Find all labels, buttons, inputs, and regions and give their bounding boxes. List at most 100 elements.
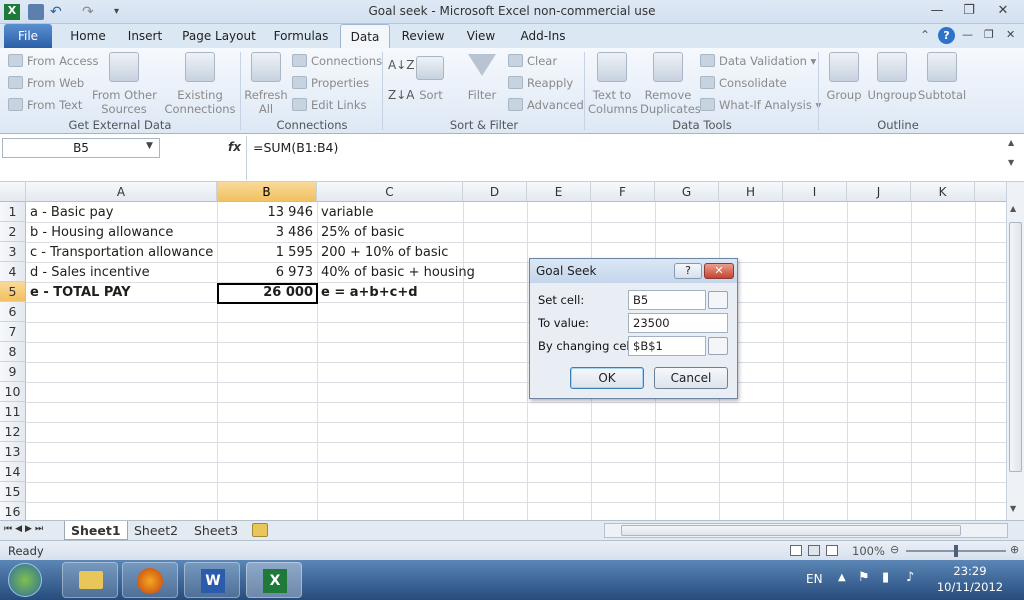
- worksheet-grid[interactable]: A B C D E F G H I J K 1 2 3 4 5 6 7 8 9 …: [0, 182, 1008, 522]
- row-header[interactable]: 16: [0, 502, 26, 522]
- text-to-columns-button[interactable]: Text to Columns: [588, 52, 638, 116]
- tab-data[interactable]: Data: [340, 24, 390, 48]
- dialog-help-button[interactable]: ?: [674, 263, 702, 279]
- row-header[interactable]: 10: [0, 382, 26, 402]
- show-hidden-icons[interactable]: ▲: [838, 572, 846, 583]
- tab-review[interactable]: Review: [396, 24, 450, 48]
- taskbar-word-icon[interactable]: W: [184, 562, 240, 598]
- taskbar-excel-icon[interactable]: X: [246, 562, 302, 598]
- cell-a2[interactable]: b - Housing allowance: [27, 223, 216, 243]
- column-header-f[interactable]: F: [591, 182, 655, 202]
- formula-bar-scroll-up[interactable]: ▲: [1008, 138, 1014, 147]
- taskbar-firefox-icon[interactable]: [122, 562, 178, 598]
- cell-b1[interactable]: 13 946: [218, 203, 316, 223]
- cell-c1[interactable]: variable: [318, 203, 463, 223]
- sort-button[interactable]: Sort: [414, 52, 448, 116]
- row-header[interactable]: 12: [0, 422, 26, 442]
- row-header[interactable]: 13: [0, 442, 26, 462]
- dialog-close-button[interactable]: ✕: [704, 263, 734, 279]
- network-icon[interactable]: ▮: [882, 570, 889, 585]
- horizontal-scrollbar[interactable]: [604, 523, 1008, 538]
- cancel-button[interactable]: Cancel: [654, 367, 728, 389]
- cell-c2[interactable]: 25% of basic: [318, 223, 463, 243]
- consolidate-button[interactable]: Consolidate: [700, 76, 787, 90]
- action-center-flag-icon[interactable]: ⚑: [858, 570, 870, 585]
- column-header-d[interactable]: D: [463, 182, 527, 202]
- taskbar-explorer-icon[interactable]: [62, 562, 118, 598]
- from-access-button[interactable]: From Access: [8, 54, 99, 68]
- workbook-close-button[interactable]: ✕: [1006, 28, 1015, 41]
- ok-button[interactable]: OK: [570, 367, 644, 389]
- scroll-thumb[interactable]: [1009, 222, 1022, 472]
- advanced-filter-button[interactable]: Advanced: [508, 98, 584, 112]
- cell-a5[interactable]: e - TOTAL PAY: [27, 283, 216, 303]
- changing-cell-collapse-icon[interactable]: [708, 337, 728, 355]
- row-header[interactable]: 1: [0, 202, 26, 222]
- row-header[interactable]: 8: [0, 342, 26, 362]
- cell-c3[interactable]: 200 + 10% of basic: [318, 243, 463, 263]
- data-validation-button[interactable]: Data Validation ▾: [700, 54, 816, 68]
- normal-view-icon[interactable]: [790, 545, 802, 556]
- select-all-corner[interactable]: [0, 182, 26, 202]
- language-indicator[interactable]: EN: [806, 572, 823, 586]
- column-header-h[interactable]: H: [719, 182, 783, 202]
- cell-b2[interactable]: 3 486: [218, 223, 316, 243]
- cell-a3[interactable]: c - Transportation allowance: [27, 243, 216, 263]
- cell-b4[interactable]: 6 973: [218, 263, 316, 283]
- to-value-input[interactable]: 23500: [628, 313, 728, 333]
- column-header-c[interactable]: C: [317, 182, 463, 202]
- scroll-up-arrow[interactable]: ▲: [1010, 204, 1016, 213]
- reapply-button[interactable]: Reapply: [508, 76, 573, 90]
- zoom-slider-handle[interactable]: [954, 545, 958, 557]
- zoom-out-icon[interactable]: ⊖: [890, 543, 899, 556]
- maximize-button[interactable]: ❐: [956, 2, 982, 20]
- formula-input[interactable]: =SUM(B1:B4): [246, 136, 1006, 180]
- column-header-b[interactable]: B: [217, 182, 317, 202]
- edit-links-button[interactable]: Edit Links: [292, 98, 366, 112]
- formula-bar-scroll-down[interactable]: ▼: [1008, 158, 1014, 167]
- insert-sheet-icon[interactable]: [252, 523, 268, 537]
- minimize-ribbon-icon[interactable]: ⌃: [920, 28, 930, 42]
- from-text-button[interactable]: From Text: [8, 98, 82, 112]
- name-box-dropdown-icon[interactable]: ▼: [146, 141, 153, 151]
- row-header[interactable]: 5: [0, 282, 26, 302]
- column-header-a[interactable]: A: [26, 182, 217, 202]
- insert-function-button[interactable]: fx: [228, 140, 241, 154]
- cell-b3[interactable]: 1 595: [218, 243, 316, 263]
- sort-descending-button[interactable]: Z↓A: [388, 88, 414, 102]
- column-header-k[interactable]: K: [911, 182, 975, 202]
- clock-date[interactable]: 10/11/2012: [934, 580, 1006, 594]
- by-changing-cell-input[interactable]: $B$1: [628, 336, 706, 356]
- row-header[interactable]: 4: [0, 262, 26, 282]
- set-cell-collapse-icon[interactable]: [708, 291, 728, 309]
- sort-ascending-button[interactable]: A↓Z: [388, 58, 414, 72]
- workbook-minimize-button[interactable]: —: [962, 28, 973, 41]
- sheet-nav-arrows[interactable]: ⏮◀▶⏭: [4, 524, 46, 534]
- filter-button[interactable]: Filter: [460, 52, 504, 116]
- row-header[interactable]: 2: [0, 222, 26, 242]
- column-header-l[interactable]: [975, 182, 1008, 202]
- vertical-scrollbar[interactable]: ▲ ▼: [1006, 182, 1024, 520]
- row-header[interactable]: 3: [0, 242, 26, 262]
- row-header[interactable]: 9: [0, 362, 26, 382]
- column-header-g[interactable]: G: [655, 182, 719, 202]
- tab-file[interactable]: File: [4, 24, 52, 48]
- from-web-button[interactable]: From Web: [8, 76, 84, 90]
- properties-button[interactable]: Properties: [292, 76, 369, 90]
- sheet-tab-sheet1[interactable]: Sheet1: [64, 521, 128, 540]
- close-button[interactable]: ✕: [990, 2, 1016, 20]
- volume-icon[interactable]: ♪: [906, 570, 914, 585]
- tab-formulas[interactable]: Formulas: [270, 24, 332, 48]
- tab-insert[interactable]: Insert: [120, 24, 170, 48]
- cell-c4[interactable]: 40% of basic + housing: [318, 263, 475, 283]
- workbook-restore-button[interactable]: ❐: [984, 28, 994, 41]
- start-button-icon[interactable]: [8, 563, 42, 597]
- row-header[interactable]: 15: [0, 482, 26, 502]
- clock-time[interactable]: 23:29: [940, 564, 1000, 578]
- name-box[interactable]: B5: [2, 138, 160, 158]
- row-header[interactable]: 14: [0, 462, 26, 482]
- help-icon[interactable]: ?: [938, 27, 955, 44]
- refresh-all-button[interactable]: Refresh All: [244, 52, 288, 116]
- tab-add-ins[interactable]: Add-Ins: [512, 24, 574, 48]
- sheet-tab-sheet2[interactable]: Sheet2: [128, 521, 184, 540]
